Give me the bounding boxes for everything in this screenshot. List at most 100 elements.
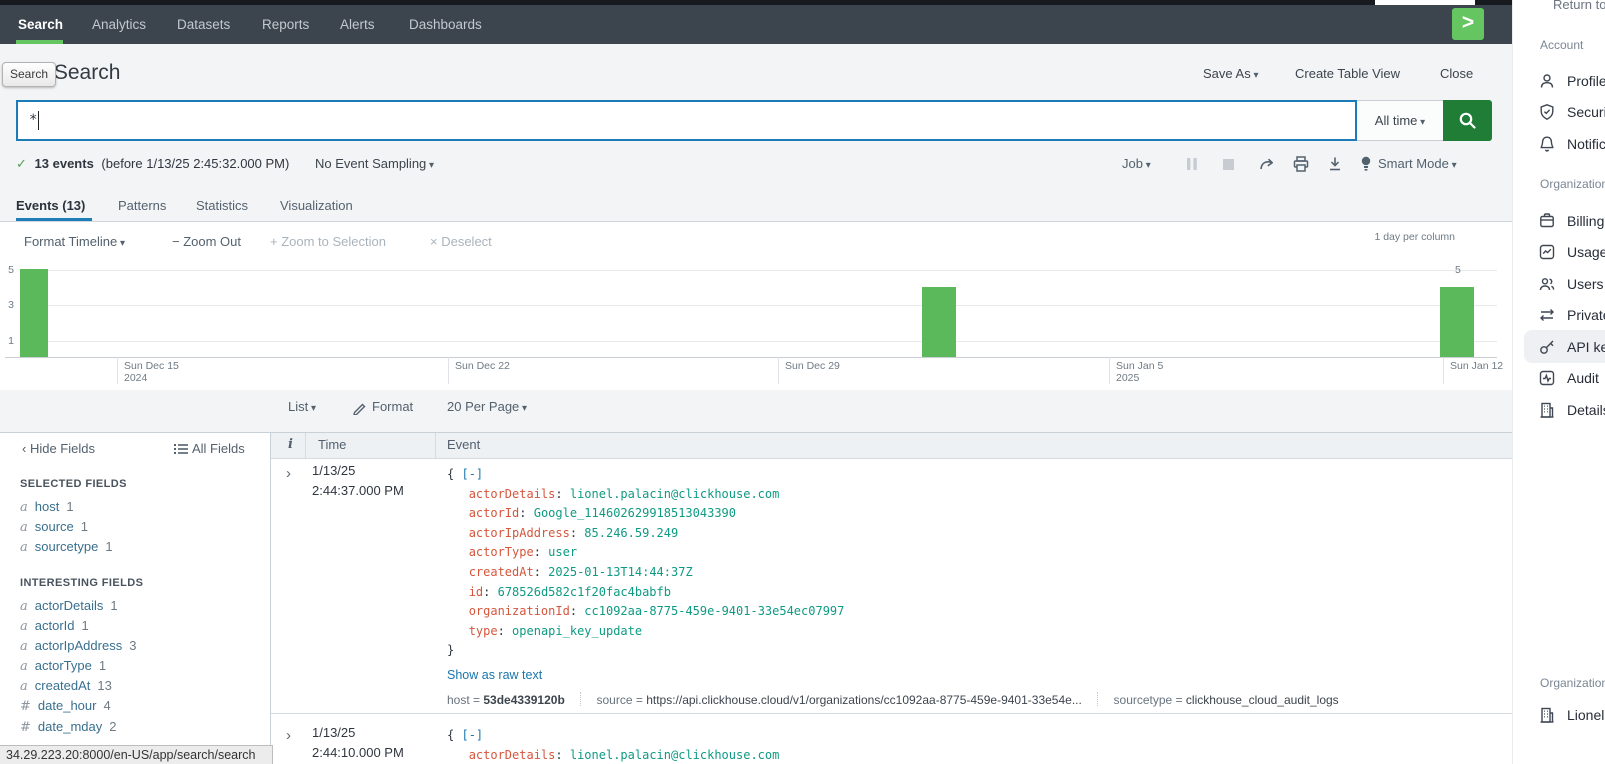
text-cursor [38,111,39,130]
collapse-toggle[interactable]: [-] [461,728,483,742]
format-timeline-dropdown[interactable]: Format Timeline [24,234,125,249]
tab-statistics[interactable]: Statistics [196,198,248,213]
y-tick-left-5: 5 [0,264,14,276]
pause-icon[interactable] [1185,157,1199,171]
timeline-bar-1[interactable] [20,269,48,357]
time-range-picker[interactable]: All time [1357,100,1444,141]
field-actorId[interactable]: aactorId1 [20,618,89,634]
field-actorDetails[interactable]: aactorDetails1 [20,598,118,614]
magnifier-icon [1457,110,1478,131]
job-dropdown[interactable]: Job [1122,156,1151,171]
sidebar-item-security[interactable]: Security [1538,103,1605,121]
field-actorIpAddress[interactable]: aactorIpAddress3 [20,638,136,654]
tab-visualization[interactable]: Visualization [280,198,353,213]
search-submit-button[interactable] [1443,100,1492,141]
x-tick-label: Sun Jan 12 [1450,360,1503,372]
tab-events[interactable]: Events (13) [16,198,85,213]
sidebar-item-organization-lionel[interactable]: Lionel [1538,706,1604,724]
field-createdAt[interactable]: acreatedAt13 [20,678,112,694]
event-time: 2:44:10.000 PM [312,745,404,760]
smart-mode-dropdown[interactable]: Smart Mode [1378,156,1457,171]
column-divider [435,433,436,458]
timeline-scale-note: 1 day per column [1255,231,1455,243]
format-button[interactable]: Format [372,399,413,414]
tab-patterns[interactable]: Patterns [118,198,166,213]
sidebar-item-users[interactable]: Users [1538,275,1604,293]
share-icon[interactable] [1258,155,1276,173]
x-tick-line [117,357,118,384]
timeline-bar-2[interactable] [922,287,956,357]
search-tooltip: Search [2,62,56,87]
field-actorType[interactable]: aactorType1 [20,658,106,674]
zoom-to-selection-button[interactable]: + Zoom to Selection [270,234,386,249]
meta-source-value[interactable]: https://api.clickhouse.cloud/v1/organiza… [646,693,1082,707]
event-sampling-dropdown[interactable]: No Event Sampling [315,156,434,171]
collapse-toggle[interactable]: [-] [461,467,483,481]
interesting-fields-title: INTERESTING FIELDS [20,577,143,589]
status-check-icon: ✓ [16,156,27,171]
account-section-title: Account [1540,38,1583,52]
events-table-header: i Time Event [271,433,1512,459]
save-as-button[interactable]: Save As [1203,66,1259,81]
search-input[interactable]: * [16,100,1357,141]
event-time: 2:44:37.000 PM [312,483,404,498]
x-tick-line [1109,357,1110,384]
nav-item-reports[interactable]: Reports [262,17,309,32]
list-view-dropdown[interactable]: List [288,399,316,414]
x-axis-line [5,357,1497,358]
field-date-mday[interactable]: #date_mday2 [20,719,116,735]
building-icon [1538,706,1556,724]
field-source[interactable]: asource1 [20,519,88,535]
key-icon [1538,338,1556,356]
show-raw-text-link[interactable]: Show as raw text [447,668,542,682]
nav-item-datasets[interactable]: Datasets [177,17,230,32]
stop-icon[interactable] [1222,158,1235,171]
chevron-left-icon: ‹ [22,441,30,456]
sidebar-item-audit[interactable]: Audit [1538,369,1599,387]
format-pencil-icon [352,400,367,415]
meta-host-value[interactable]: 53de4339120b [483,693,564,707]
all-fields-button[interactable]: All Fields [192,441,245,456]
y-tick-right-5: 5 [1455,264,1461,276]
sidebar-item-profile[interactable]: Profile [1538,72,1605,90]
gridline-3 [20,305,1497,306]
field-sourcetype[interactable]: asourcetype1 [20,539,113,555]
per-page-dropdown[interactable]: 20 Per Page [447,399,527,414]
job-status: ✓ 13 events (before 1/13/25 2:45:32.000 … [16,156,289,172]
export-icon[interactable] [1326,155,1344,173]
column-event: Event [447,437,480,452]
meta-sourcetype-value[interactable]: clickhouse_cloud_audit_logs [1186,693,1339,707]
gridline-1 [20,341,1497,342]
print-icon[interactable] [1292,155,1310,173]
event-date: 1/13/25 [312,725,355,740]
event-meta-row: host53de4339120b sourcehttps://api.click… [447,692,1339,707]
sidebar-item-billing[interactable]: Billing [1538,212,1604,230]
hide-fields-button[interactable]: ‹ Hide Fields [22,441,95,456]
sidebar-item-private-endpoints[interactable]: Private endpoints [1538,306,1605,324]
sidebar-item-notifications[interactable]: Notifications [1538,135,1605,153]
deselect-button[interactable]: × Deselect [430,234,492,249]
zoom-out-button[interactable]: − Zoom Out [172,234,241,249]
field-date-hour[interactable]: #date_hour4 [20,698,111,714]
return-to-link[interactable]: Return to [1553,0,1605,12]
field-host[interactable]: ahost1 [20,499,74,515]
sidebar-item-usage[interactable]: Usage [1538,243,1605,261]
expand-chevron[interactable]: › [286,465,291,482]
expand-chevron[interactable]: › [286,727,291,744]
nav-item-dashboards[interactable]: Dashboards [409,17,482,32]
y-tick-left-3: 3 [0,299,14,311]
sidebar-item-details[interactable]: Details [1538,401,1605,419]
x-tick-label: Sun Dec 152024 [124,360,179,384]
nav-item-analytics[interactable]: Analytics [92,17,146,32]
nav-item-search[interactable]: Search [18,17,63,32]
shield-check-icon [1538,103,1556,121]
sidebar-item-api-keys[interactable]: API keys [1538,338,1605,356]
create-table-view-button[interactable]: Create Table View [1295,66,1400,81]
event-json: { [-] actorDetailslionel.palacin@clickho… [447,726,779,764]
splunk-logo[interactable]: > [1452,8,1484,40]
usage-chart-icon [1538,243,1556,261]
close-button[interactable]: Close [1440,66,1473,81]
nav-item-alerts[interactable]: Alerts [340,17,375,32]
timeline-bar-3[interactable] [1440,287,1474,357]
screen: Search Analytics Datasets Reports Alerts… [0,0,1605,764]
